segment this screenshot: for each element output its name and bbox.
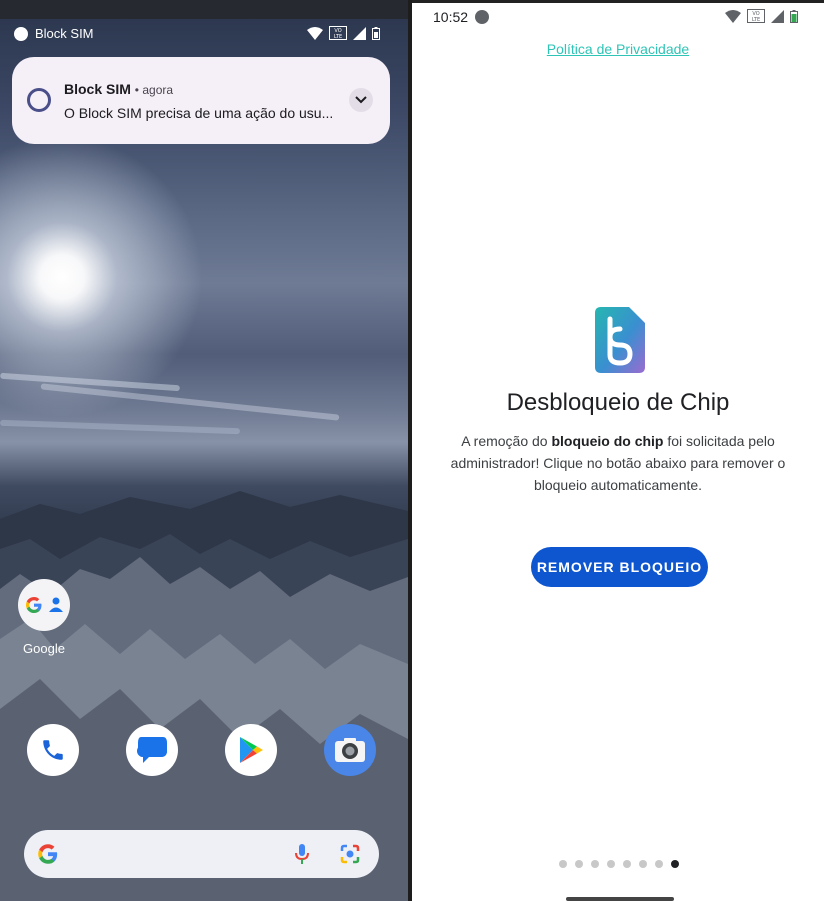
notification-dot-icon	[14, 27, 28, 41]
signal-icon	[771, 9, 784, 23]
signal-icon	[353, 26, 366, 40]
notification-header: Block SIM • agora	[64, 81, 174, 97]
cloud-streak	[40, 383, 340, 421]
home-gesture-bar[interactable]	[566, 897, 674, 901]
status-icons: VO LTE	[307, 26, 380, 40]
chevron-down-icon[interactable]	[349, 88, 373, 112]
folder-label: Google	[23, 641, 65, 656]
page-dot	[591, 860, 599, 868]
google-search-bar[interactable]	[24, 830, 379, 878]
messages-icon	[137, 737, 167, 763]
notification-card[interactable]: Block SIM • agora O Block SIM precisa de…	[12, 57, 390, 144]
cloud-streak	[0, 419, 241, 435]
page-dot	[671, 860, 679, 868]
battery-charging-icon	[790, 9, 798, 23]
description-prefix: A remoção do	[461, 433, 552, 449]
page-dot	[607, 860, 615, 868]
page-title: Desbloqueio de Chip	[506, 389, 730, 416]
top-edge	[0, 0, 408, 19]
play-store-icon	[240, 737, 263, 763]
description-text: A remoção do bloqueio do chip foi solici…	[436, 430, 800, 496]
microphone-icon[interactable]	[294, 843, 310, 865]
phone-icon	[43, 740, 63, 760]
page-dot	[559, 860, 567, 868]
lens-icon[interactable]	[340, 844, 360, 864]
volte-icon: VOLTE	[747, 9, 765, 23]
status-bar: Block SIM VO LTE	[0, 19, 408, 49]
notification-body: O Block SIM precisa de uma ação do usu..…	[64, 105, 334, 121]
privacy-policy-link[interactable]: Política de Privacidade	[412, 41, 824, 57]
status-time: 10:52	[433, 9, 469, 25]
block-sim-app-icon	[27, 88, 51, 112]
status-bar: 10:52 VO LTE	[412, 3, 824, 31]
notification-time: agora	[142, 83, 174, 97]
battery-icon	[372, 26, 380, 40]
app-screen: 10:52 VOLTE Política de Privacidade Des	[412, 0, 824, 901]
page-dot	[623, 860, 631, 868]
description-bold: bloqueio do chip	[551, 433, 664, 449]
page-dot	[655, 860, 663, 868]
google-folder[interactable]	[18, 579, 70, 631]
page-dot	[575, 860, 583, 868]
wifi-icon	[307, 26, 323, 40]
block-sim-logo-icon	[595, 307, 645, 373]
volte-icon: VOLTE	[329, 26, 347, 40]
status-app-name: Block SIM	[35, 26, 94, 41]
wifi-icon	[725, 9, 741, 23]
camera-app[interactable]	[324, 724, 376, 776]
notification-dot-icon	[475, 10, 489, 24]
messages-app[interactable]	[126, 724, 178, 776]
camera-icon	[335, 738, 365, 762]
google-g-icon	[26, 597, 42, 613]
svg-text:LTE: LTE	[334, 34, 342, 40]
remove-block-button[interactable]: REMOVER BLOQUEIO	[531, 547, 708, 587]
page-indicator	[559, 860, 679, 868]
svg-text:LTE: LTE	[752, 17, 760, 23]
page-dot	[639, 860, 647, 868]
screenshot-root: Block SIM VO LTE Block SIM • agora O Bloc…	[0, 0, 824, 901]
phone-app[interactable]	[27, 724, 79, 776]
status-icons: VO LTE	[725, 9, 798, 23]
play-store-app[interactable]	[225, 724, 277, 776]
home-screen: Block SIM VO LTE Block SIM • agora O Bloc…	[0, 0, 408, 901]
contacts-icon	[49, 597, 63, 612]
google-g-icon	[38, 844, 58, 864]
notification-app-name: Block SIM	[64, 81, 131, 97]
